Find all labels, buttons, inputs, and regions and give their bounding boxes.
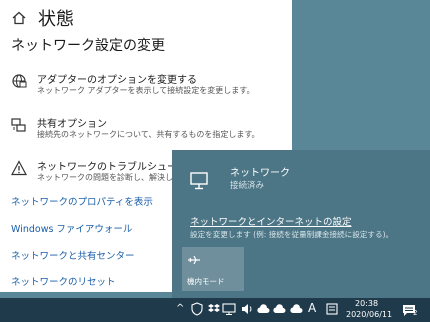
home-icon[interactable] xyxy=(12,10,26,25)
dropbox-icon[interactable] xyxy=(207,302,221,316)
onedrive-icon[interactable] xyxy=(272,302,286,316)
option-title: アダプターのオプションを変更する xyxy=(37,75,197,86)
clock-time[interactable]: 20:38 xyxy=(355,299,378,308)
monitor-icon[interactable] xyxy=(222,302,236,316)
airplane-mode-label: 機内モード xyxy=(187,277,225,286)
clock-date[interactable]: 2020/06/11 xyxy=(346,310,392,319)
adapter-icon xyxy=(11,73,27,89)
option-description: 接続先のネットワークについて、共有するものを指定します。 xyxy=(37,130,260,139)
network-settings-link[interactable]: ネットワークとインターネットの設定 xyxy=(190,214,352,228)
firewall-link[interactable]: Windows ファイアウォール xyxy=(11,221,132,235)
network-settings-description: 設定を変更します (例: 接続を従量制課金接続に設定する)。 xyxy=(190,230,394,239)
network-connection-tile[interactable]: ネットワーク 接続済み xyxy=(186,160,416,200)
shield-icon[interactable] xyxy=(190,302,204,316)
network-name: ネットワーク xyxy=(230,168,290,179)
sharing-icon xyxy=(11,117,27,133)
airplane-mode-toggle[interactable]: 機内モード xyxy=(182,247,244,291)
page-title: 状態 xyxy=(38,9,74,30)
network-flyout: ネットワーク 接続済み ネットワークとインターネットの設定 設定を変更します (… xyxy=(172,150,430,298)
cloud-icon[interactable] xyxy=(256,302,270,316)
ime-pad-icon[interactable] xyxy=(325,302,339,316)
ime-mode-indicator[interactable]: A xyxy=(308,301,316,315)
option-title: 共有オプション xyxy=(37,119,107,130)
section-heading: ネットワーク設定の変更 xyxy=(11,38,165,54)
view-properties-link[interactable]: ネットワークのプロパティを表示 xyxy=(11,194,153,208)
sharing-center-link[interactable]: ネットワークと共有センター xyxy=(11,248,135,262)
network-status: 接続済み xyxy=(230,181,265,191)
taskbar: ^ A 20:38 2020/06/11 2 xyxy=(0,298,430,322)
notification-badge: 2 xyxy=(413,309,418,317)
airplane-icon xyxy=(187,252,201,266)
warning-icon xyxy=(10,160,28,176)
option-description: ネットワーク アダプターを表示して接続設定を変更します。 xyxy=(37,86,255,95)
volume-icon[interactable] xyxy=(240,302,254,316)
show-hidden-icons-button[interactable]: ^ xyxy=(176,303,184,314)
title-bar: 状態 xyxy=(0,0,292,34)
onedrive-business-icon[interactable] xyxy=(289,302,303,316)
network-reset-link[interactable]: ネットワークのリセット xyxy=(11,274,116,288)
ethernet-icon xyxy=(190,172,210,190)
